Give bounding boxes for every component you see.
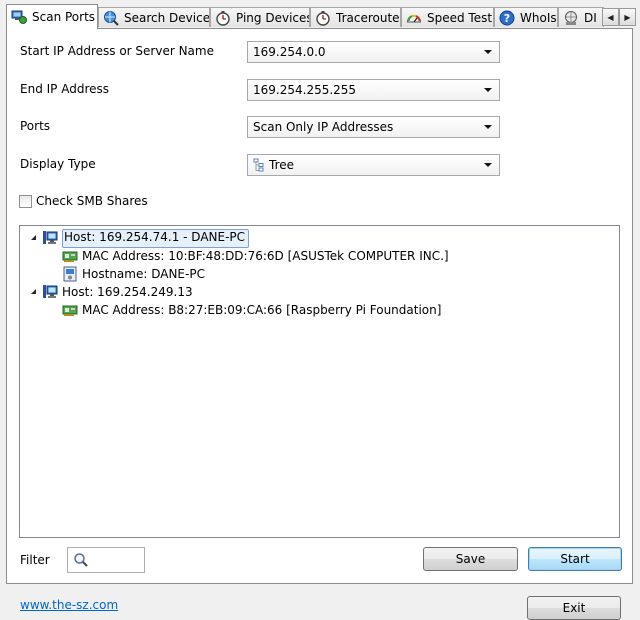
start-ip-label: Start IP Address or Server Name — [20, 44, 214, 58]
chevron-right-icon: ▶ — [624, 12, 631, 22]
network-card-icon — [62, 302, 78, 318]
display-type-combobox[interactable]: Tree — [247, 154, 500, 176]
ports-value: Scan Only IP Addresses — [253, 120, 394, 134]
check-smb-checkbox[interactable] — [19, 195, 32, 208]
tab-strip: Scan Ports Search Devices Ping Devices T… — [0, 0, 640, 29]
tree-item-host[interactable]: Host: 169.254.74.1 - DANE-PC — [42, 228, 250, 248]
tree-item-label: Host: 169.254.74.1 - DANE-PC — [62, 228, 250, 248]
exit-button-label: Exit — [562, 601, 586, 615]
save-button[interactable]: Save — [423, 547, 518, 571]
check-smb-label[interactable]: Check SMB Shares — [36, 194, 148, 208]
tab-traceroute[interactable]: Traceroute — [310, 7, 401, 27]
network-scan-icon — [11, 9, 27, 25]
network-card-icon — [62, 248, 78, 264]
display-type-label: Display Type — [20, 157, 96, 171]
scan-ports-panel: Start IP Address or Server Name 169.254.… — [6, 28, 633, 584]
tree-item-label: Host: 169.254.249.13 — [62, 285, 193, 299]
help-icon: ? — [499, 10, 515, 26]
website-link[interactable]: www.the-sz.com — [20, 598, 118, 612]
chevron-down-icon — [484, 125, 492, 129]
search-icon — [73, 552, 89, 571]
tab-scroll-left-button[interactable]: ◀ — [602, 8, 619, 26]
filter-label: Filter — [20, 553, 50, 567]
ports-label: Ports — [20, 119, 51, 133]
tab-label: Traceroute — [336, 10, 400, 25]
tab-label: DI — [584, 10, 597, 25]
tree-item-label: Hostname: DANE-PC — [82, 267, 205, 281]
collapse-arrow-icon[interactable] — [31, 289, 36, 294]
chevron-left-icon: ◀ — [607, 12, 614, 22]
start-ip-combobox[interactable]: 169.254.0.0 — [247, 41, 500, 63]
exit-button[interactable]: Exit — [527, 596, 621, 620]
tree-item-hostname[interactable]: Hostname: DANE-PC — [62, 265, 205, 283]
save-button-label: Save — [455, 552, 486, 566]
start-ip-value: 169.254.0.0 — [253, 45, 326, 59]
filter-input[interactable] — [67, 547, 145, 573]
start-button-label: Start — [560, 552, 590, 566]
tab-label: Scan Ports — [32, 10, 96, 24]
tab-ping-devices[interactable]: Ping Devices — [210, 7, 310, 27]
tab-speed-test[interactable]: Speed Test — [401, 7, 494, 27]
host-computer-icon — [42, 284, 58, 300]
start-button[interactable]: Start — [528, 547, 622, 571]
speedometer-icon — [406, 10, 422, 26]
tab-scan-ports[interactable]: Scan Ports — [6, 4, 98, 29]
tab-label: Speed Test — [427, 10, 493, 25]
stopwatch-icon — [215, 10, 231, 26]
tab-label: Ping Devices — [236, 10, 310, 25]
tree-item-mac[interactable]: MAC Address: 10:BF:48:DD:76:6D [ASUSTek … — [62, 247, 449, 265]
end-ip-value: 169.254.255.255 — [253, 83, 357, 97]
tab-label: WhoIs — [520, 10, 557, 25]
svg-text:?: ? — [504, 12, 510, 25]
tab-search-devices[interactable]: Search Devices — [98, 7, 210, 27]
tree-item-label: MAC Address: B8:27:EB:09:CA:66 [Raspberr… — [82, 303, 442, 317]
ports-combobox[interactable]: Scan Only IP Addresses — [247, 116, 500, 138]
chevron-down-icon — [484, 50, 492, 54]
dns-icon — [563, 10, 579, 26]
end-ip-label: End IP Address — [20, 82, 109, 96]
tree-item-mac[interactable]: MAC Address: B8:27:EB:09:CA:66 [Raspberr… — [62, 301, 441, 319]
tree-item-label: MAC Address: 10:BF:48:DD:76:6D [ASUSTek … — [82, 249, 449, 263]
stopwatch-icon — [315, 10, 331, 26]
globe-search-icon — [103, 10, 119, 26]
display-type-value: Tree — [269, 158, 295, 172]
collapse-arrow-icon[interactable] — [31, 235, 36, 240]
tree-item-host[interactable]: Host: 169.254.249.13 — [42, 283, 193, 301]
tab-scroll-right-button[interactable]: ▶ — [619, 8, 636, 26]
end-ip-combobox[interactable]: 169.254.255.255 — [247, 79, 500, 101]
host-computer-icon — [42, 230, 58, 246]
chevron-down-icon — [484, 163, 492, 167]
computer-name-icon — [62, 266, 78, 282]
tab-label: Search Devices — [124, 10, 210, 25]
tree-view-icon — [253, 158, 265, 172]
chevron-down-icon — [484, 88, 492, 92]
tab-whois[interactable]: ? WhoIs — [494, 7, 558, 27]
tab-dns[interactable]: DI — [558, 7, 604, 27]
results-tree[interactable]: Host: 169.254.74.1 - DANE-PC MAC Address… — [19, 225, 620, 538]
